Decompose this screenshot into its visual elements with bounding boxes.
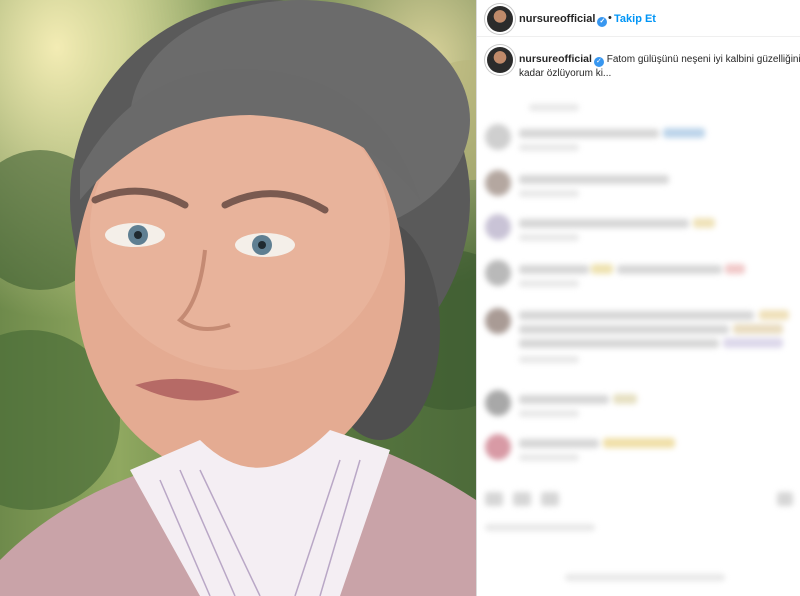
share-icon <box>541 492 559 506</box>
comment-meta <box>519 410 579 417</box>
comment-meta <box>519 144 579 151</box>
comment-text <box>519 175 669 184</box>
header-username-text[interactable]: nursureofficial <box>519 13 595 25</box>
comment-icon <box>513 492 531 506</box>
comment-text <box>519 339 719 348</box>
comment-text <box>519 219 689 228</box>
caption-avatar[interactable] <box>487 47 513 73</box>
verified-badge-icon: ✓ <box>597 17 608 27</box>
comment-emoji <box>759 310 789 320</box>
comment-text <box>519 129 659 138</box>
comment-avatar <box>485 434 511 460</box>
bookmark-icon <box>777 492 793 506</box>
comment-meta <box>519 280 579 287</box>
header-username[interactable]: nursureofficial ✓ <box>519 13 608 27</box>
header-separator: • <box>608 12 612 24</box>
caption-username[interactable]: nursureofficial <box>519 53 592 65</box>
add-comment-placeholder <box>565 574 725 581</box>
avatar[interactable] <box>487 6 513 32</box>
comments-list-blurred <box>477 100 800 596</box>
like-icon <box>485 492 503 506</box>
comment-text <box>519 265 589 274</box>
comment-emoji <box>663 128 705 138</box>
comment-emoji <box>733 324 783 334</box>
comment-text <box>519 311 754 320</box>
comment-text <box>519 325 729 334</box>
comment-avatar <box>485 260 511 286</box>
comment-avatar <box>485 124 511 150</box>
comment-avatar <box>485 308 511 334</box>
caption-text-block: nursureofficial ✓ Fatom gülüşünü neşeni i… <box>519 52 800 81</box>
verified-badge-icon: ✓ <box>593 57 604 67</box>
comment-meta <box>519 454 579 461</box>
comment-meta <box>519 234 579 241</box>
comment-emoji <box>603 438 675 448</box>
comment-emoji <box>693 218 715 228</box>
comment-text <box>519 395 609 404</box>
follow-button[interactable]: Takip Et <box>614 13 656 25</box>
portrait-illustration <box>0 0 476 596</box>
post-header: nursureofficial ✓ • Takip Et <box>477 0 800 37</box>
comment-emoji <box>613 394 637 404</box>
comment-avatar <box>485 390 511 416</box>
comment-emoji <box>591 264 613 274</box>
likes-count <box>485 524 595 531</box>
comment-avatar <box>485 214 511 240</box>
post-photo <box>0 0 476 596</box>
comment-avatar <box>485 170 511 196</box>
comment-meta <box>519 190 579 197</box>
comment-emoji <box>725 264 745 274</box>
post-side-panel: nursureofficial ✓ • Takip Et nursureoffic… <box>477 0 800 596</box>
comment-meta <box>519 356 579 363</box>
comment-text <box>519 439 599 448</box>
comment-text <box>617 265 722 274</box>
comment-meta <box>529 104 579 111</box>
comment-emoji <box>723 338 783 348</box>
